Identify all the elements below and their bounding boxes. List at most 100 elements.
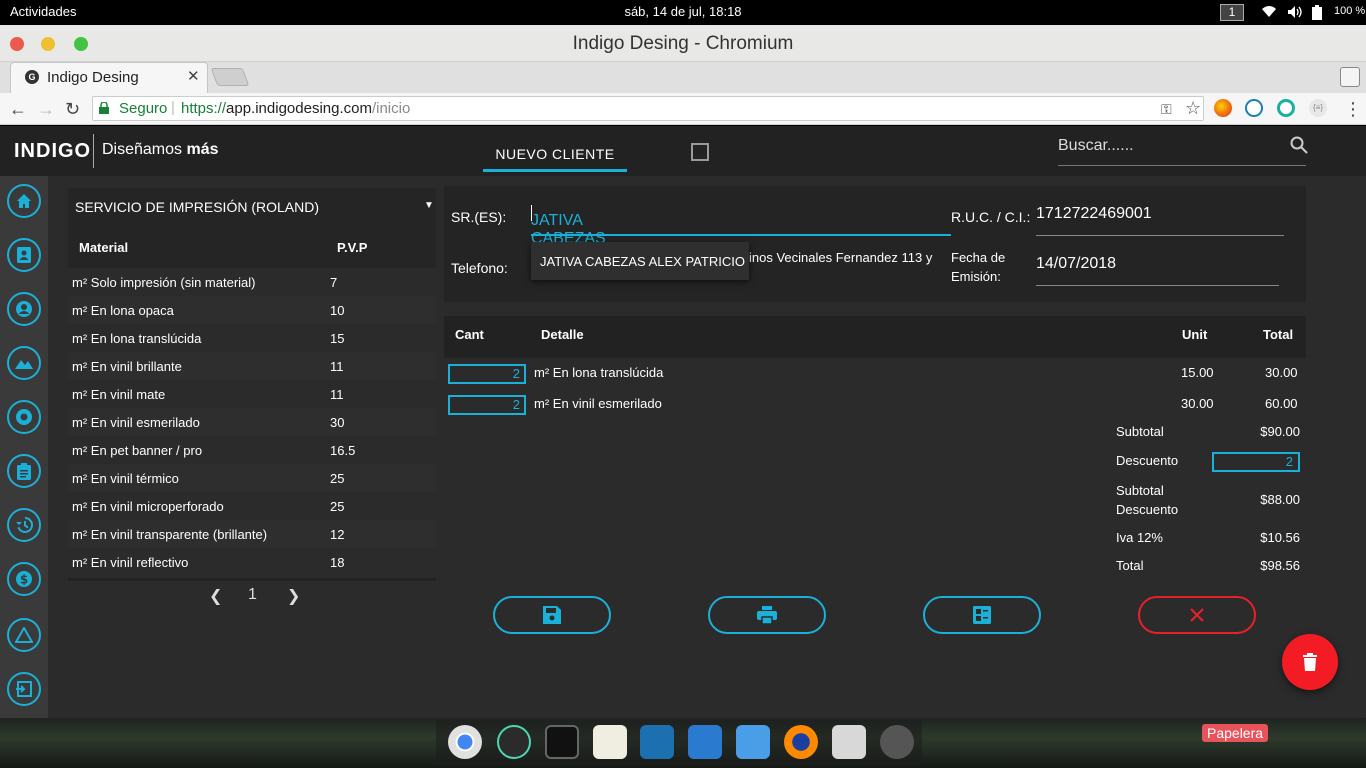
material-name: m² En vinil mate (72, 387, 166, 402)
home-icon[interactable] (7, 184, 41, 218)
table-row[interactable]: m² En vinil esmerilado 30 (68, 408, 436, 436)
key-icon[interactable]: ⚿ (1161, 101, 1172, 118)
telefono-label: Telefono: (451, 260, 508, 276)
clock[interactable]: sáb, 14 de jul, 18:18 (0, 4, 1366, 19)
total-value: $98.56 (1260, 558, 1300, 573)
descuento-label: Descuento (1116, 453, 1179, 468)
address-value[interactable]: inos Vecinales Fernandez 113 y (749, 250, 932, 265)
table-row[interactable]: m² En lona opaca 10 (68, 296, 436, 324)
quantity-input[interactable]: 2 (448, 395, 526, 415)
money-icon[interactable]: $ (7, 562, 41, 596)
autocomplete-dropdown[interactable]: JATIVA CABEZAS ALEX PATRICIO (531, 242, 749, 280)
material-name: m² En lona opaca (72, 303, 174, 318)
close-tab-icon[interactable]: ✕ (187, 67, 200, 85)
detail-table-header: Cant Detalle Unit Total (444, 316, 1306, 358)
react-devtools-icon[interactable] (1245, 99, 1263, 117)
logo[interactable]: INDIGO (14, 140, 91, 163)
search-input[interactable]: Buscar...... (1058, 134, 1308, 166)
dashboard-button[interactable] (923, 596, 1041, 634)
search-placeholder: Buscar...... (1058, 137, 1134, 154)
column-unit: Unit (1182, 327, 1208, 342)
battery-icon[interactable] (1312, 5, 1322, 20)
new-tab-button[interactable] (210, 68, 250, 86)
exit-icon[interactable] (7, 672, 41, 706)
prev-page-icon[interactable]: ❮ (209, 586, 222, 606)
subtotal-label: Subtotal (1116, 424, 1164, 439)
launchpad-icon[interactable] (880, 725, 914, 759)
writer-icon[interactable] (688, 725, 722, 759)
material-name: m² En vinil térmico (72, 471, 179, 486)
table-row[interactable]: m² En vinil microperforado 25 (68, 492, 436, 520)
client-form: SR.(ES): JATIVA CABEZAS ALEX PATRICIO R.… (444, 186, 1306, 302)
finder-icon[interactable] (736, 725, 770, 759)
next-page-icon[interactable]: ❯ (287, 586, 300, 606)
browser-tab[interactable]: G Indigo Desing ✕ (10, 62, 208, 93)
bookmark-star-icon[interactable]: ☆ (1185, 98, 1201, 119)
material-name: m² En pet banner / pro (72, 443, 203, 458)
atom-icon[interactable] (497, 725, 531, 759)
trash-label[interactable]: Papelera (1202, 724, 1269, 742)
extension-icon[interactable] (1214, 99, 1232, 117)
search-icon[interactable] (1290, 136, 1308, 154)
material-name: m² En lona translúcida (72, 331, 202, 346)
autocomplete-option[interactable]: JATIVA CABEZAS ALEX PATRICIO (540, 254, 745, 269)
material-name: m² En vinil transparente (brillante) (72, 527, 268, 542)
table-row[interactable]: m² En vinil térmico 25 (68, 464, 436, 492)
service-select[interactable]: SERVICIO DE IMPRESIÓN (ROLAND) ▼ (68, 188, 436, 226)
page-number[interactable]: 1 (248, 586, 257, 604)
table-row[interactable]: m² Solo impresión (sin material) 7 (68, 268, 436, 296)
table-row[interactable]: m² En pet banner / pro 16.5 (68, 436, 436, 464)
save-button[interactable] (493, 596, 611, 634)
forward-icon[interactable]: → (37, 99, 55, 120)
json-viewer-icon[interactable]: {≡} (1309, 99, 1327, 117)
landscape-icon[interactable] (7, 346, 41, 380)
client-name-input[interactable]: JATIVA CABEZAS ALEX PATRICIO (531, 198, 951, 283)
tab-title: Indigo Desing (47, 69, 139, 86)
downloads-icon[interactable] (832, 725, 866, 759)
account-icon[interactable] (7, 292, 41, 326)
url-text[interactable]: https://app.indigodesing.com/inicio (181, 100, 410, 117)
back-icon[interactable]: ← (9, 99, 27, 120)
wifi-icon[interactable] (1261, 5, 1277, 18)
delete-fab-button[interactable] (1282, 634, 1338, 690)
assignment-icon[interactable] (7, 454, 41, 488)
workspace-indicator[interactable]: 1 (1220, 4, 1244, 21)
tab-nuevo-cliente[interactable]: NUEVO CLIENTE (483, 138, 627, 172)
text-editor-icon[interactable] (593, 725, 627, 759)
table-row[interactable]: m² En vinil reflectivo 18 (68, 548, 436, 576)
total-label: Total (1116, 558, 1144, 573)
favicon-icon: G (25, 70, 39, 84)
extension-icon-2[interactable] (1277, 99, 1295, 117)
print-button[interactable] (708, 596, 826, 634)
quantity-input[interactable]: 2 (448, 364, 526, 384)
iva-label: Iva 12% (1116, 530, 1163, 545)
address-bar[interactable]: Seguro | https://app.indigodesing.com/in… (92, 96, 1204, 121)
material-price: 12 (330, 527, 345, 542)
terminal-icon[interactable] (545, 725, 579, 759)
chevron-down-icon: ▼ (424, 200, 434, 211)
table-row[interactable]: m² En vinil brillante 11 (68, 352, 436, 380)
checkbox[interactable] (691, 143, 709, 161)
menu-icon[interactable]: ⋮ (1344, 99, 1362, 120)
table-row[interactable]: m² En vinil mate 11 (68, 380, 436, 408)
fecha-input[interactable]: 14/07/2018 (1036, 250, 1279, 286)
descuento-input[interactable]: 2 (1212, 452, 1300, 472)
chromium-icon[interactable] (448, 725, 482, 759)
warning-icon[interactable] (7, 618, 41, 652)
history-icon[interactable] (7, 508, 41, 542)
camera-icon[interactable] (7, 400, 41, 434)
material-name: m² Solo impresión (sin material) (72, 275, 256, 290)
services-table-header: Material P.V.P (68, 226, 436, 268)
contacts-icon[interactable] (7, 238, 41, 272)
reload-icon[interactable]: ↻ (65, 99, 80, 120)
table-row[interactable]: m² En vinil transparente (brillante) 12 (68, 520, 436, 548)
volume-icon[interactable] (1287, 5, 1303, 19)
profile-icon[interactable] (1340, 67, 1360, 87)
vscode-icon[interactable] (640, 725, 674, 759)
table-row[interactable]: m² En lona translúcida 15 (68, 324, 436, 352)
cancel-button[interactable] (1138, 596, 1256, 634)
service-select-value: SERVICIO DE IMPRESIÓN (ROLAND) (75, 199, 320, 215)
firefox-icon[interactable] (784, 725, 818, 759)
dock: Papelera (0, 718, 1366, 768)
ruc-input[interactable]: 1712722469001 (1036, 198, 1284, 236)
